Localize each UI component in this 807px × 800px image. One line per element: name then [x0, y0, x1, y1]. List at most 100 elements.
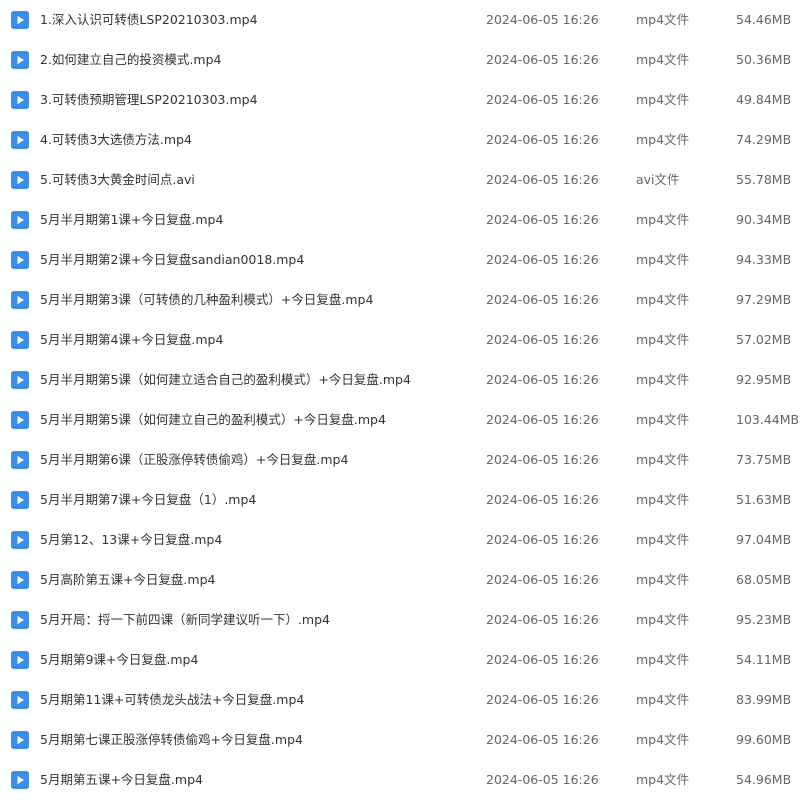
file-modified-date: 2024-06-05 16:26 [486, 332, 599, 347]
file-modified-date: 2024-06-05 16:26 [486, 572, 599, 587]
file-size: 90.34MB [736, 212, 792, 227]
video-file-icon [11, 611, 29, 629]
file-type: mp4文件 [636, 732, 690, 747]
file-row[interactable]: 5月半月期第5课（如何建立自己的盈利模式）+今日复盘.mp4 2024-06-05… [0, 400, 807, 440]
video-file-icon [11, 771, 29, 789]
video-file-icon [11, 11, 29, 29]
file-size: 50.36MB [736, 52, 792, 67]
file-row[interactable]: 5月开局：捋一下前四课（新同学建议听一下）.mp4 2024-06-05 16:2… [0, 600, 807, 640]
file-type: avi文件 [636, 172, 680, 187]
video-file-icon [11, 291, 29, 309]
file-size: 103.44MB [736, 412, 800, 427]
file-row[interactable]: 4.可转债3大选债方法.mp4 2024-06-05 16:26 mp4文件 74.2… [0, 120, 807, 160]
file-size: 49.84MB [736, 92, 792, 107]
file-name: 1.深入认识可转债LSP20210303.mp4 [40, 12, 258, 27]
file-modified-date: 2024-06-05 16:26 [486, 492, 599, 507]
file-row[interactable]: 5月半月期第4课+今日复盘.mp4 2024-06-05 16:26 mp4文件 57… [0, 320, 807, 360]
video-file-icon [11, 211, 29, 229]
file-type: mp4文件 [636, 692, 690, 707]
file-row[interactable]: 2.如何建立自己的投资模式.mp4 2024-06-05 16:26 mp4文件 50… [0, 40, 807, 80]
file-size: 97.29MB [736, 292, 792, 307]
file-row[interactable]: 5月期第七课正股涨停转债偷鸡+今日复盘.mp4 2024-06-05 16:26 m… [0, 720, 807, 760]
file-modified-date: 2024-06-05 16:26 [486, 52, 599, 67]
video-file-icon [11, 331, 29, 349]
file-type: mp4文件 [636, 492, 690, 507]
file-name: 5月半月期第5课（如何建立自己的盈利模式）+今日复盘.mp4 [40, 412, 386, 427]
file-modified-date: 2024-06-05 16:26 [486, 652, 599, 667]
video-file-icon [11, 691, 29, 709]
file-row[interactable]: 5月半月期第7课+今日复盘（1）.mp4 2024-06-05 16:26 mp4文… [0, 480, 807, 520]
file-type: mp4文件 [636, 52, 690, 67]
file-size: 68.05MB [736, 572, 792, 587]
file-row[interactable]: 5月半月期第1课+今日复盘.mp4 2024-06-05 16:26 mp4文件 90… [0, 200, 807, 240]
file-name: 4.可转债3大选债方法.mp4 [40, 132, 192, 147]
video-file-icon [11, 451, 29, 469]
file-modified-date: 2024-06-05 16:26 [486, 12, 599, 27]
file-modified-date: 2024-06-05 16:26 [486, 212, 599, 227]
file-type: mp4文件 [636, 372, 690, 387]
file-row[interactable]: 1.深入认识可转债LSP20210303.mp4 2024-06-05 16:26… [0, 0, 807, 40]
file-name: 5月半月期第6课（正股涨停转债偷鸡）+今日复盘.mp4 [40, 452, 349, 467]
file-name: 5月第12、13课+今日复盘.mp4 [40, 532, 223, 547]
file-row[interactable]: 5月期第11课+可转债龙头战法+今日复盘.mp4 2024-06-05 16:26… [0, 680, 807, 720]
video-file-icon [11, 531, 29, 549]
file-row[interactable]: 5月半月期第6课（正股涨停转债偷鸡）+今日复盘.mp4 2024-06-05 16… [0, 440, 807, 480]
file-type: mp4文件 [636, 652, 690, 667]
file-name: 5月期第五课+今日复盘.mp4 [40, 772, 203, 787]
file-row[interactable]: 5月半月期第5课（如何建立适合自己的盈利模式）+今日复盘.mp4 2024-06-… [0, 360, 807, 400]
file-size: 74.29MB [736, 132, 792, 147]
video-file-icon [11, 91, 29, 109]
file-type: mp4文件 [636, 332, 690, 347]
file-modified-date: 2024-06-05 16:26 [486, 532, 599, 547]
file-name: 5月半月期第4课+今日复盘.mp4 [40, 332, 224, 347]
file-type: mp4文件 [636, 412, 690, 427]
file-size: 99.60MB [736, 732, 792, 747]
file-type: mp4文件 [636, 772, 690, 787]
file-type: mp4文件 [636, 252, 690, 267]
file-modified-date: 2024-06-05 16:26 [486, 412, 599, 427]
file-modified-date: 2024-06-05 16:26 [486, 772, 599, 787]
video-file-icon [11, 171, 29, 189]
video-file-icon [11, 371, 29, 389]
file-name: 5月半月期第3课（可转债的几种盈利模式）+今日复盘.mp4 [40, 292, 374, 307]
file-size: 57.02MB [736, 332, 792, 347]
file-type: mp4文件 [636, 12, 690, 27]
file-size: 54.46MB [736, 12, 792, 27]
file-row[interactable]: 5月半月期第3课（可转债的几种盈利模式）+今日复盘.mp4 2024-06-05 … [0, 280, 807, 320]
file-modified-date: 2024-06-05 16:26 [486, 372, 599, 387]
file-modified-date: 2024-06-05 16:26 [486, 452, 599, 467]
file-size: 97.04MB [736, 532, 792, 547]
file-size: 94.33MB [736, 252, 792, 267]
file-row[interactable]: 3.可转债预期管理LSP20210303.mp4 2024-06-05 16:26… [0, 80, 807, 120]
file-row[interactable]: 5月高阶第五课+今日复盘.mp4 2024-06-05 16:26 mp4文件 68.… [0, 560, 807, 600]
file-size: 54.11MB [736, 652, 792, 667]
file-modified-date: 2024-06-05 16:26 [486, 292, 599, 307]
file-type: mp4文件 [636, 612, 690, 627]
file-row[interactable]: 5月期第9课+今日复盘.mp4 2024-06-05 16:26 mp4文件 54.1… [0, 640, 807, 680]
file-name: 5月期第11课+可转债龙头战法+今日复盘.mp4 [40, 692, 305, 707]
file-name: 5.可转债3大黄金时间点.avi [40, 172, 195, 187]
file-type: mp4文件 [636, 452, 690, 467]
file-list: 1.深入认识可转债LSP20210303.mp4 2024-06-05 16:26… [0, 0, 807, 792]
file-type: mp4文件 [636, 532, 690, 547]
file-modified-date: 2024-06-05 16:26 [486, 612, 599, 627]
file-size: 73.75MB [736, 452, 792, 467]
file-modified-date: 2024-06-05 16:26 [486, 172, 599, 187]
file-type: mp4文件 [636, 132, 690, 147]
file-row[interactable]: 5.可转债3大黄金时间点.avi 2024-06-05 16:26 avi文件 55.… [0, 160, 807, 200]
file-name: 2.如何建立自己的投资模式.mp4 [40, 52, 222, 67]
file-name: 5月半月期第1课+今日复盘.mp4 [40, 212, 224, 227]
file-type: mp4文件 [636, 92, 690, 107]
file-name: 3.可转债预期管理LSP20210303.mp4 [40, 92, 258, 107]
file-row[interactable]: 5月期第五课+今日复盘.mp4 2024-06-05 16:26 mp4文件 54.9… [0, 760, 807, 800]
file-size: 55.78MB [736, 172, 792, 187]
file-row[interactable]: 5月半月期第2课+今日复盘sandian0018.mp4 2024-06-05 1… [0, 240, 807, 280]
file-type: mp4文件 [636, 292, 690, 307]
file-name: 5月高阶第五课+今日复盘.mp4 [40, 572, 216, 587]
file-size: 51.63MB [736, 492, 792, 507]
file-modified-date: 2024-06-05 16:26 [486, 132, 599, 147]
file-name: 5月开局：捋一下前四课（新同学建议听一下）.mp4 [40, 612, 330, 627]
video-file-icon [11, 131, 29, 149]
video-file-icon [11, 251, 29, 269]
file-row[interactable]: 5月第12、13课+今日复盘.mp4 2024-06-05 16:26 mp4文件 9… [0, 520, 807, 560]
